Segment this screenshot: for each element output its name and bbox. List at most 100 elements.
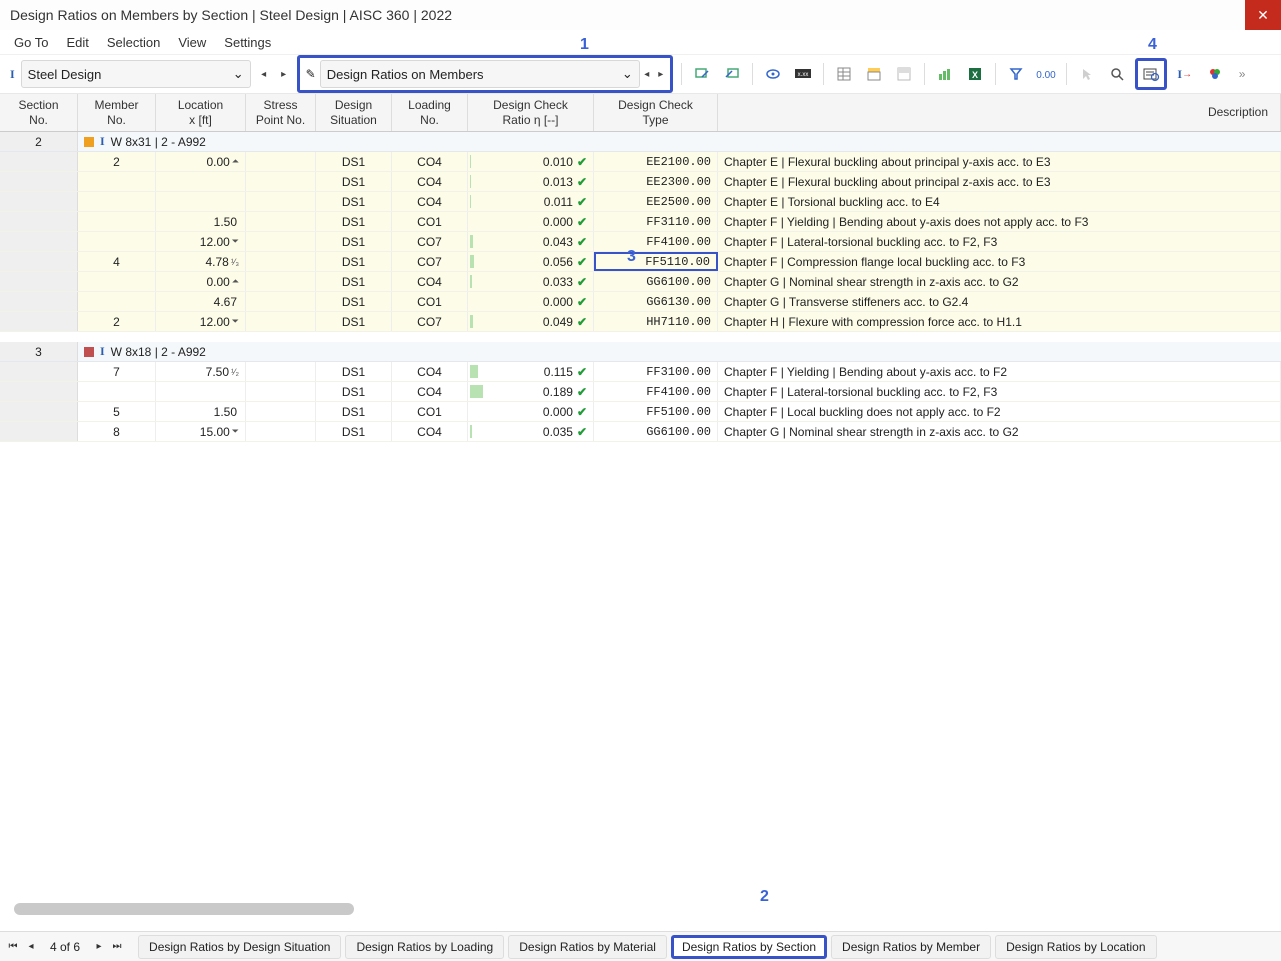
- nav-prev-1[interactable]: ◂: [257, 61, 271, 87]
- check-icon: ✔: [577, 215, 587, 229]
- cell-stress: [246, 172, 316, 191]
- cell-stress: [246, 382, 316, 401]
- cell-ds: DS1: [316, 292, 392, 311]
- details-icon[interactable]: [1139, 62, 1163, 86]
- col-stress[interactable]: StressPoint No.: [246, 94, 316, 131]
- cell-type: GG6100.00: [594, 422, 718, 441]
- cell-section: [0, 272, 78, 291]
- cell-ratio: 0.049 ✔: [468, 312, 594, 331]
- col-ratio[interactable]: Design CheckRatio η [--]: [468, 94, 594, 131]
- col-loading[interactable]: LoadingNo.: [392, 94, 468, 131]
- cell-location: 4.78¹⁄₃: [156, 252, 246, 271]
- col-type[interactable]: Design CheckType: [594, 94, 718, 131]
- pencil-icon: ✎: [306, 67, 316, 81]
- table-row[interactable]: 51.50DS1CO10.000 ✔FF5100.00Chapter F | L…: [0, 402, 1281, 422]
- pager-next[interactable]: ▸: [92, 941, 106, 952]
- cell-ratio: 0.000 ✔: [468, 402, 594, 421]
- table-row[interactable]: 77.50¹⁄₂DS1CO40.115 ✔FF3100.00Chapter F …: [0, 362, 1281, 382]
- pager-last[interactable]: ⏭: [110, 941, 124, 952]
- check-icon: ✔: [577, 255, 587, 269]
- section-header-row[interactable]: 3IW 8x18 | 2 - A992: [0, 342, 1281, 362]
- combo-design-type-label: Steel Design: [28, 67, 102, 82]
- cell-desc: Chapter G | Nominal shear strength in z-…: [718, 422, 1281, 441]
- table-row[interactable]: DS1CO40.013 ✔EE2300.00Chapter E | Flexur…: [0, 172, 1281, 192]
- table-row[interactable]: 815.00⏷DS1CO40.035 ✔GG6100.00Chapter G |…: [0, 422, 1281, 442]
- eye-icon[interactable]: [761, 62, 785, 86]
- table-row[interactable]: 0.00⏶DS1CO40.033 ✔GG6100.00Chapter G | N…: [0, 272, 1281, 292]
- cell-location: [156, 172, 246, 191]
- excel-icon[interactable]: X: [963, 62, 987, 86]
- footer-tab[interactable]: Design Ratios by Section: [671, 935, 827, 959]
- footer: ⏮ ◂ 4 of 6 ▸ ⏭ Design Ratios by Design S…: [0, 931, 1281, 961]
- xxx-icon[interactable]: x.xx: [791, 62, 815, 86]
- search-icon[interactable]: [1105, 62, 1129, 86]
- combo-results[interactable]: Design Ratios on Members ⌄: [320, 60, 640, 88]
- cell-ds: DS1: [316, 312, 392, 331]
- table-row[interactable]: DS1CO40.189 ✔FF4100.00Chapter F | Latera…: [0, 382, 1281, 402]
- table-row[interactable]: 20.00⏶DS1CO40.010 ✔EE2100.00Chapter E | …: [0, 152, 1281, 172]
- cursor-off-icon[interactable]: [1075, 62, 1099, 86]
- cell-location: 0.00⏶: [156, 152, 246, 171]
- more-icon[interactable]: »: [1239, 67, 1246, 81]
- footer-tab[interactable]: Design Ratios by Material: [508, 935, 667, 959]
- table-row[interactable]: 1.50DS1CO10.000 ✔FF3110.00Chapter F | Yi…: [0, 212, 1281, 232]
- footer-tab[interactable]: Design Ratios by Member: [831, 935, 991, 959]
- cell-stress: [246, 212, 316, 231]
- footer-tab[interactable]: Design Ratios by Loading: [345, 935, 504, 959]
- col-section[interactable]: SectionNo.: [0, 94, 78, 131]
- nav-prev-2[interactable]: ◂: [640, 61, 654, 87]
- section-header-row[interactable]: 2IW 8x31 | 2 - A992: [0, 132, 1281, 152]
- menu-goto[interactable]: Go To: [14, 35, 48, 50]
- footer-tab[interactable]: Design Ratios by Design Situation: [138, 935, 341, 959]
- pager-first[interactable]: ⏮: [6, 941, 20, 952]
- table-row[interactable]: 212.00⏷DS1CO70.049 ✔HH7110.00Chapter H |…: [0, 312, 1281, 332]
- col-desc[interactable]: Description: [718, 94, 1281, 131]
- filter-in-icon[interactable]: [690, 62, 714, 86]
- col-member[interactable]: MemberNo.: [78, 94, 156, 131]
- cell-type: FF3110.00: [594, 212, 718, 231]
- cell-stress: [246, 272, 316, 291]
- horizontal-scrollbar[interactable]: [14, 903, 354, 915]
- section-label: IW 8x18 | 2 - A992: [78, 344, 206, 359]
- cell-section: [0, 382, 78, 401]
- table-row[interactable]: 12.00⏷DS1CO70.043 ✔FF4100.00Chapter F | …: [0, 232, 1281, 252]
- nav-next-2[interactable]: ▸: [654, 61, 668, 87]
- table-row[interactable]: 44.78¹⁄₃DS1CO70.056 ✔FF5110.00Chapter F …: [0, 252, 1281, 272]
- cell-member: [78, 212, 156, 231]
- cell-desc: Chapter F | Lateral-torsional buckling a…: [718, 382, 1281, 401]
- pager: ⏮ ◂ 4 of 6 ▸ ⏭: [6, 940, 124, 954]
- col-ds[interactable]: DesignSituation: [316, 94, 392, 131]
- table-icon[interactable]: [832, 62, 856, 86]
- table-row[interactable]: 4.67DS1CO10.000 ✔GG6130.00Chapter G | Tr…: [0, 292, 1281, 312]
- cell-member: [78, 382, 156, 401]
- cell-desc: Chapter F | Compression flange local buc…: [718, 252, 1281, 271]
- nav-next-1[interactable]: ▸: [277, 61, 291, 87]
- ibeam-arrow-icon[interactable]: I→: [1173, 62, 1197, 86]
- check-icon: ✔: [577, 175, 587, 189]
- menu-selection[interactable]: Selection: [107, 35, 160, 50]
- col-location[interactable]: Locationx [ft]: [156, 94, 246, 131]
- combo-design-type[interactable]: Steel Design ⌄: [21, 60, 251, 88]
- cell-loading: CO4: [392, 172, 468, 191]
- cell-member: [78, 292, 156, 311]
- decimal-icon[interactable]: 0.00: [1034, 62, 1058, 86]
- filter-out-icon[interactable]: [720, 62, 744, 86]
- close-button[interactable]: ✕: [1245, 0, 1281, 30]
- menu-edit[interactable]: Edit: [66, 35, 88, 50]
- table-row[interactable]: DS1CO40.011 ✔EE2500.00Chapter E | Torsio…: [0, 192, 1281, 212]
- chart-icon[interactable]: [933, 62, 957, 86]
- menu-view[interactable]: View: [178, 35, 206, 50]
- svg-text:x.xx: x.xx: [797, 72, 808, 78]
- funnel-icon[interactable]: [1004, 62, 1028, 86]
- pager-prev[interactable]: ◂: [24, 941, 38, 952]
- colors-icon[interactable]: [1203, 62, 1227, 86]
- cell-ds: DS1: [316, 192, 392, 211]
- menu-settings[interactable]: Settings: [224, 35, 271, 50]
- table-color-icon[interactable]: [862, 62, 886, 86]
- cell-location: 7.50¹⁄₂: [156, 362, 246, 381]
- table-half-icon[interactable]: [892, 62, 916, 86]
- footer-tab[interactable]: Design Ratios by Location: [995, 935, 1156, 959]
- cell-type: FF3100.00: [594, 362, 718, 381]
- cell-stress: [246, 362, 316, 381]
- cell-type: EE2300.00: [594, 172, 718, 191]
